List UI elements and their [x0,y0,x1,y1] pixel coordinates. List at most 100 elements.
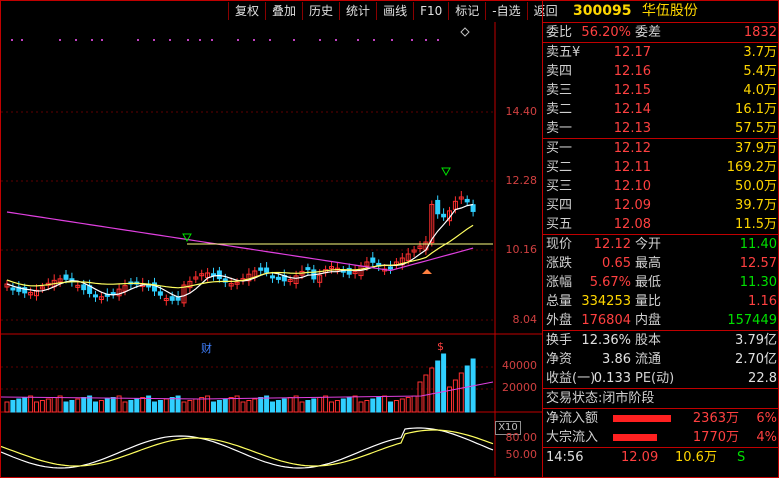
ask-label: 卖五 [546,45,573,60]
bid-row[interactable]: 买一 12.12 37.9万 [543,139,779,158]
quote-row: 总量 334253 量比 1.16 [543,292,779,311]
volume-bar [417,381,423,413]
stock-name: 华伍股份 [641,3,698,19]
capital-flow-block: 净流入额 2363万 6% 大宗流入 1770万 4% [543,409,779,448]
quote-label: 内盘 [635,313,662,328]
quote-label: 外盘 [546,313,573,328]
fund-value: 22.8 [748,371,777,386]
event-dot [269,39,271,41]
history-button[interactable]: 历史 [302,2,339,20]
trade-status-row: 交易状态:闭市阶段 [543,389,779,409]
volume-bar [128,400,134,413]
volume-bar [405,397,411,413]
bid-volume: 50.0万 [735,179,777,194]
volume-bar [122,401,128,413]
ma-line-long [6,211,474,272]
event-dot [101,39,103,41]
draw-line-button[interactable]: 画线 [376,2,413,20]
event-dot [75,39,77,41]
overlay-button[interactable]: 叠加 [265,2,302,20]
quote-label: 今开 [635,237,662,252]
flow-percent: 6% [756,411,777,426]
kline-chart[interactable] [1,22,542,476]
quote-row: 外盘 176804 内盘 157449 [543,311,779,330]
volume-bar [63,401,69,413]
quote-row: 涨跌 0.65 最高 12.57 [543,254,779,273]
tick-time: 14:56 [546,450,584,465]
ask-price: 12.16 [613,64,651,79]
volume-bar [134,398,140,413]
candle-body [258,267,264,271]
event-dot [211,39,213,41]
oscillator-line-k [1,427,494,469]
finance-marker[interactable]: 财 [201,340,212,356]
volume-bar [16,398,22,413]
toolbar: 复权 叠加 历史 统计 画线 F10 标记 -自选 返回 [228,2,564,20]
bid-row[interactable]: 买五 12.08 11.5万 [543,215,779,234]
bid-row[interactable]: 买三 12.10 50.0万 [543,177,779,196]
volume-bar [452,379,458,413]
stock-header: 300095 华伍股份 [543,0,779,23]
ask-label: 卖二 [546,102,573,117]
bid-row[interactable]: 买二 12.11 169.2万 [543,158,779,177]
weibi-value: 56.20% [581,25,631,40]
tick-price: 12.09 [621,450,659,465]
fund-value: 12.36% [581,333,631,348]
ask-row[interactable]: 卖五¥ 12.17 3.7万 [543,43,779,62]
mark-button[interactable]: 标记 [448,2,485,20]
statistics-button[interactable]: 统计 [339,2,376,20]
bid-price: 12.11 [613,160,651,175]
volume-bar [216,400,222,413]
volume-bar [157,400,163,413]
price-tick-label: 12.28 [505,174,538,187]
volume-bar [152,401,157,413]
volume-bar [441,353,447,413]
tick-row[interactable]: 14:56 12.09 10.6万 S [543,448,779,467]
flow-label: 净流入额 [546,411,599,426]
ask-volume: 16.1万 [735,102,777,117]
volume-bar [370,398,376,413]
event-dot [391,39,393,41]
quote-value: 11.30 [739,275,777,290]
event-dot [153,39,155,41]
chart-area[interactable]: 14.40 12.28 10.16 8.04 40000 20000 X10 8… [1,22,542,476]
f10-button[interactable]: F10 [413,2,448,20]
volume-bar [364,400,370,413]
quote-value: 157449 [727,313,777,328]
ask-row[interactable]: 卖三 12.15 4.0万 [543,81,779,100]
ask-label: 卖三 [546,83,573,98]
ma-line-mid [6,224,474,289]
event-dot [137,39,139,41]
candle-body [305,267,311,271]
price-tick-label: 10.16 [505,243,538,256]
volume-bar [429,367,435,413]
bid-row[interactable]: 买四 12.09 39.7万 [543,196,779,215]
volume-bar [435,360,441,413]
volume-bar [104,398,110,413]
flow-label: 大宗流入 [546,430,599,445]
bid-price: 12.08 [613,217,651,232]
weicha-label: 委差 [635,25,662,40]
ask-row[interactable]: 卖四 12.16 5.4万 [543,62,779,81]
quote-value: 12.12 [593,237,631,252]
volume-bar [240,401,246,413]
event-dot [253,39,255,41]
candle-body [157,291,163,296]
volume-bar [334,400,340,413]
candle-body [81,284,87,291]
volume-bar [22,397,28,413]
bid-label: 买四 [546,198,573,213]
bid-label: 买一 [546,141,573,156]
watchlist-button[interactable]: -自选 [485,2,526,20]
flow-value: 1770万 [692,430,739,445]
quote-label: 量比 [635,294,662,309]
fund-label: PE(动) [635,371,675,386]
volume-bar [199,397,205,413]
volume-bar [340,398,346,413]
event-dot [59,39,61,41]
ask-row[interactable]: 卖二 12.14 16.1万 [543,100,779,119]
ask-row[interactable]: 卖一 12.13 57.5万 [543,119,779,138]
event-marker[interactable]: $ [437,340,444,353]
volume-bar [293,395,299,413]
restore-rights-button[interactable]: 复权 [228,2,265,20]
